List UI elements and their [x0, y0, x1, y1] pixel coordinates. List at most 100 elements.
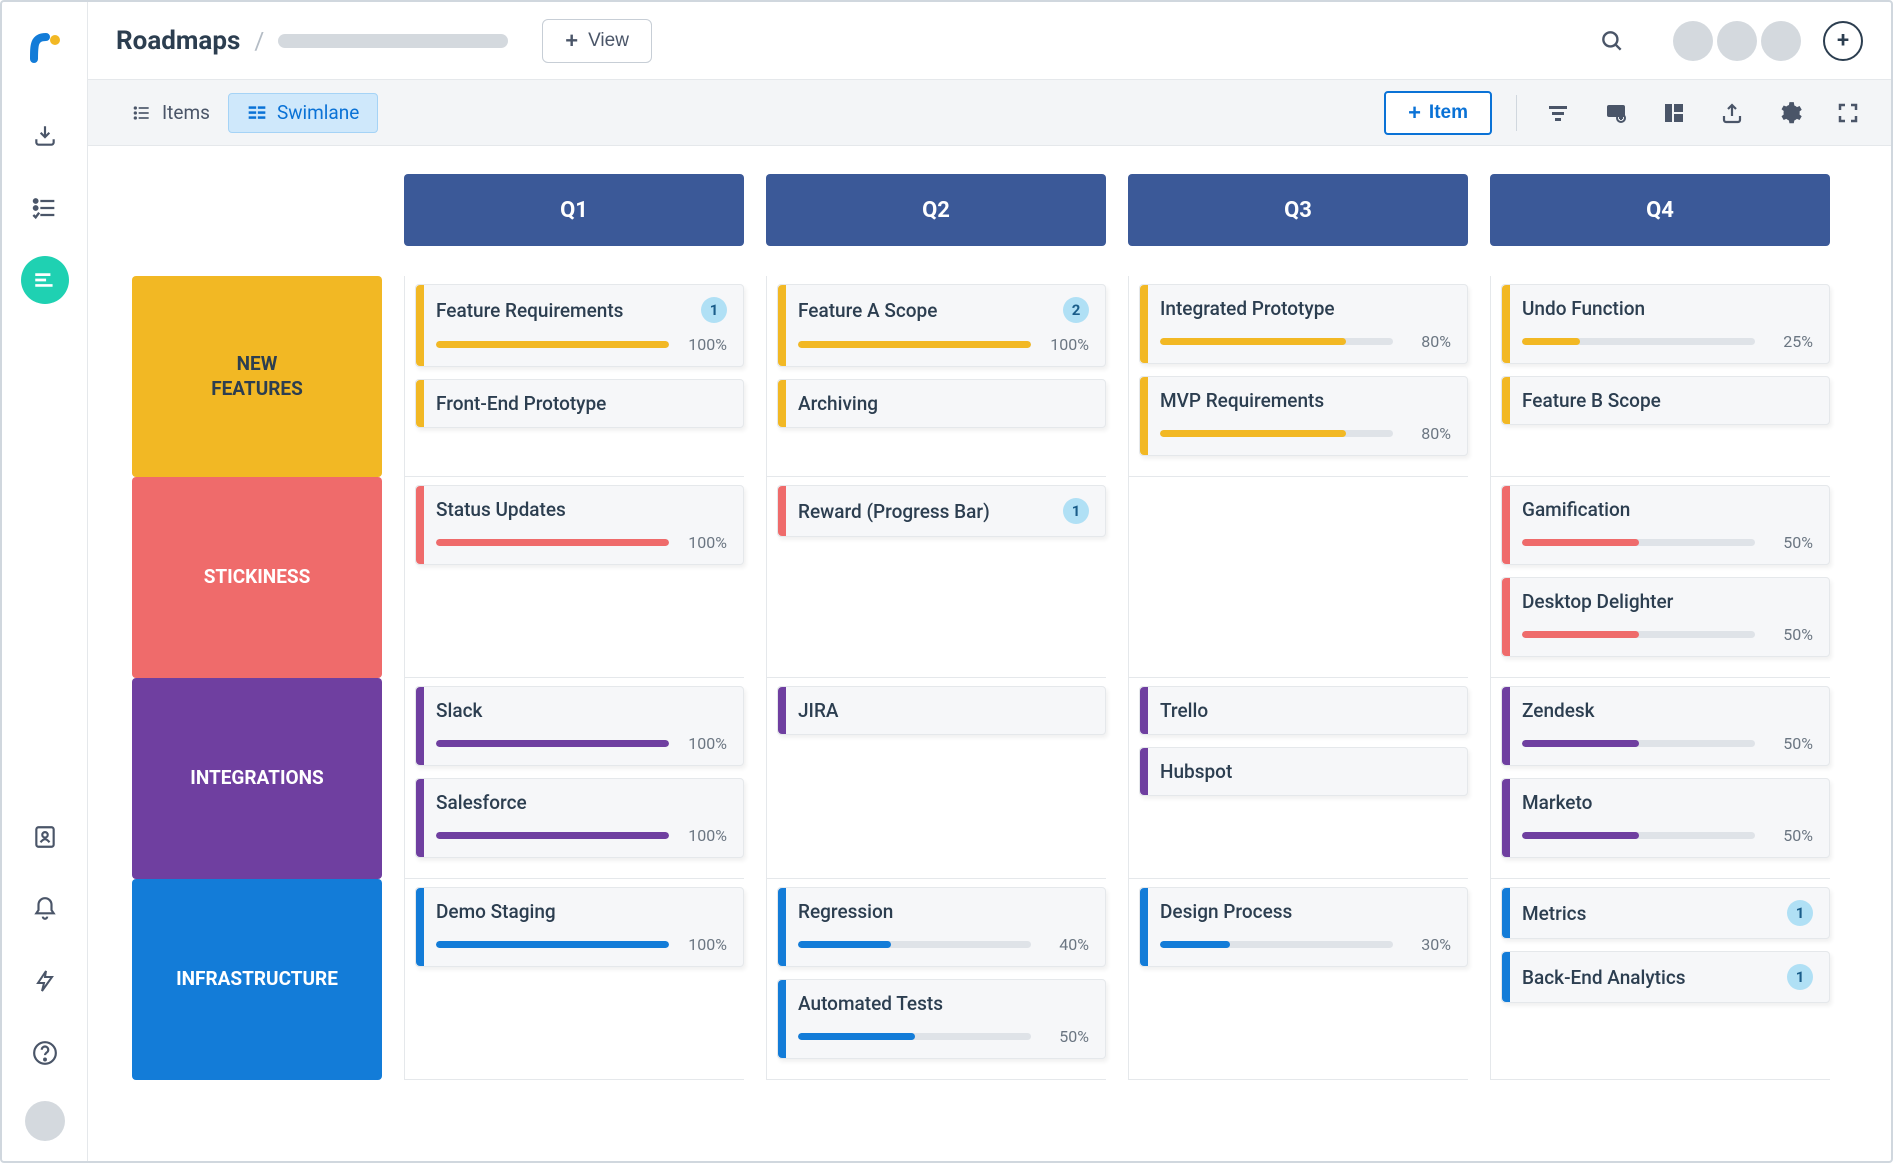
card-title: Feature Requirements [436, 299, 623, 322]
add-item-button[interactable]: + Item [1384, 91, 1492, 135]
nav-roadmap-icon[interactable] [21, 256, 69, 304]
card-title: Design Process [1160, 900, 1292, 923]
card-item[interactable]: Automated Tests50% [777, 979, 1106, 1059]
cell-1-0[interactable]: Status Updates100% [404, 477, 744, 678]
search-icon[interactable] [1593, 22, 1631, 60]
card-title: Back-End Analytics [1522, 966, 1686, 989]
cell-2-2[interactable]: Trello Hubspot [1128, 678, 1468, 879]
card-color-stripe [416, 888, 424, 966]
progress-bar [1522, 338, 1755, 345]
card-title: Automated Tests [798, 992, 943, 1015]
card-item[interactable]: Back-End Analytics1 [1501, 951, 1830, 1003]
user-avatar[interactable] [25, 1101, 65, 1141]
card-color-stripe [1140, 377, 1148, 455]
nav-help-icon[interactable] [21, 1029, 69, 1077]
swimlane-board: Q1Q2Q3Q4NEWFEATURESFeature Requirements1… [88, 146, 1891, 1161]
global-nav [2, 2, 88, 1161]
lane-label-stickiness[interactable]: STICKINESS [132, 477, 382, 678]
card-item[interactable]: Undo Function25% [1501, 284, 1830, 364]
card-color-stripe [1140, 687, 1148, 734]
cell-0-0[interactable]: Feature Requirements1100% Front-End Proto… [404, 276, 744, 477]
cell-1-2[interactable] [1128, 477, 1468, 678]
card-item[interactable]: Slack100% [415, 686, 744, 766]
layout-icon[interactable] [1657, 96, 1691, 130]
card-item[interactable]: Trello [1139, 686, 1468, 735]
lane-label-infrastructure[interactable]: INFRASTRUCTURE [132, 879, 382, 1080]
cell-0-1[interactable]: Feature A Scope2100%Archiving [766, 276, 1106, 477]
column-header-q4[interactable]: Q4 [1490, 174, 1830, 246]
tab-items[interactable]: Items [114, 93, 228, 133]
cell-3-1[interactable]: Regression40% Automated Tests50% [766, 879, 1106, 1080]
settings-icon[interactable] [1773, 96, 1807, 130]
card-badge: 2 [1063, 297, 1089, 323]
toolbar-divider [1516, 95, 1517, 131]
card-item[interactable]: Status Updates100% [415, 485, 744, 565]
card-item[interactable]: Integrated Prototype80% [1139, 284, 1468, 364]
card-item[interactable]: Design Process30% [1139, 887, 1468, 967]
nav-contacts-icon[interactable] [21, 813, 69, 861]
card-item[interactable]: Metrics1 [1501, 887, 1830, 939]
column-header-q3[interactable]: Q3 [1128, 174, 1468, 246]
filter-icon[interactable] [1541, 96, 1575, 130]
card-item[interactable]: Marketo50% [1501, 778, 1830, 858]
column-header-q2[interactable]: Q2 [766, 174, 1106, 246]
nav-list-icon[interactable] [21, 184, 69, 232]
cell-0-2[interactable]: Integrated Prototype80% MVP Requirements8… [1128, 276, 1468, 477]
card-item[interactable]: Archiving [777, 379, 1106, 428]
add-view-button[interactable]: + View [542, 19, 652, 63]
card-item[interactable]: Salesforce100% [415, 778, 744, 858]
card-item[interactable]: Regression40% [777, 887, 1106, 967]
progress-percent: 25% [1767, 332, 1813, 351]
card-item[interactable]: Hubspot [1139, 747, 1468, 796]
card-item[interactable]: Feature A Scope2100% [777, 284, 1106, 367]
header-add-button[interactable]: + [1823, 21, 1863, 61]
card-item[interactable]: Feature B Scope [1501, 376, 1830, 425]
cell-3-2[interactable]: Design Process30% [1128, 879, 1468, 1080]
plus-icon: + [1408, 100, 1421, 126]
export-icon[interactable] [1715, 96, 1749, 130]
card-color-stripe [778, 285, 786, 366]
card-item[interactable]: Zendesk50% [1501, 686, 1830, 766]
progress-bar [1160, 941, 1393, 948]
card-color-stripe [1140, 285, 1148, 363]
column-header-q1[interactable]: Q1 [404, 174, 744, 246]
presence-avatar[interactable] [1673, 21, 1713, 61]
progress-percent: 100% [1043, 335, 1089, 354]
cell-0-3[interactable]: Undo Function25% Feature B Scope [1490, 276, 1830, 477]
lane-label-new-features[interactable]: NEWFEATURES [132, 276, 382, 477]
card-item[interactable]: Demo Staging100% [415, 887, 744, 967]
cell-1-1[interactable]: Reward (Progress Bar)1 [766, 477, 1106, 678]
card-color-stripe [778, 486, 786, 536]
card-color-stripe [1502, 377, 1510, 424]
cell-1-3[interactable]: Gamification50% Desktop Delighter50% [1490, 477, 1830, 678]
cell-3-0[interactable]: Demo Staging100% [404, 879, 744, 1080]
progress-bar [436, 341, 669, 348]
cell-2-0[interactable]: Slack100% Salesforce100% [404, 678, 744, 879]
card-item[interactable]: Feature Requirements1100% [415, 284, 744, 367]
nav-activity-icon[interactable] [21, 957, 69, 1005]
card-title: Salesforce [436, 791, 527, 814]
tab-swimlane[interactable]: Swimlane [228, 93, 378, 133]
cell-2-3[interactable]: Zendesk50% Marketo50% [1490, 678, 1830, 879]
lane-label-integrations[interactable]: INTEGRATIONS [132, 678, 382, 879]
card-item[interactable]: MVP Requirements80% [1139, 376, 1468, 456]
link-icon[interactable] [1599, 96, 1633, 130]
cell-3-3[interactable]: Metrics1 Back-End Analytics1 [1490, 879, 1830, 1080]
presence-avatar[interactable] [1761, 21, 1801, 61]
card-item[interactable]: Desktop Delighter50% [1501, 577, 1830, 657]
card-title: JIRA [798, 699, 839, 722]
card-item[interactable]: Reward (Progress Bar)1 [777, 485, 1106, 537]
nav-notifications-icon[interactable] [21, 885, 69, 933]
progress-bar [798, 941, 1031, 948]
progress-percent: 40% [1043, 935, 1089, 954]
card-item[interactable]: JIRA [777, 686, 1106, 735]
presence-avatar[interactable] [1717, 21, 1757, 61]
progress-bar [798, 341, 1031, 348]
app-logo[interactable] [25, 28, 65, 68]
card-title: Marketo [1522, 791, 1592, 814]
card-item[interactable]: Front-End Prototype [415, 379, 744, 428]
nav-inbox-icon[interactable] [21, 112, 69, 160]
fullscreen-icon[interactable] [1831, 96, 1865, 130]
cell-2-1[interactable]: JIRA [766, 678, 1106, 879]
card-item[interactable]: Gamification50% [1501, 485, 1830, 565]
